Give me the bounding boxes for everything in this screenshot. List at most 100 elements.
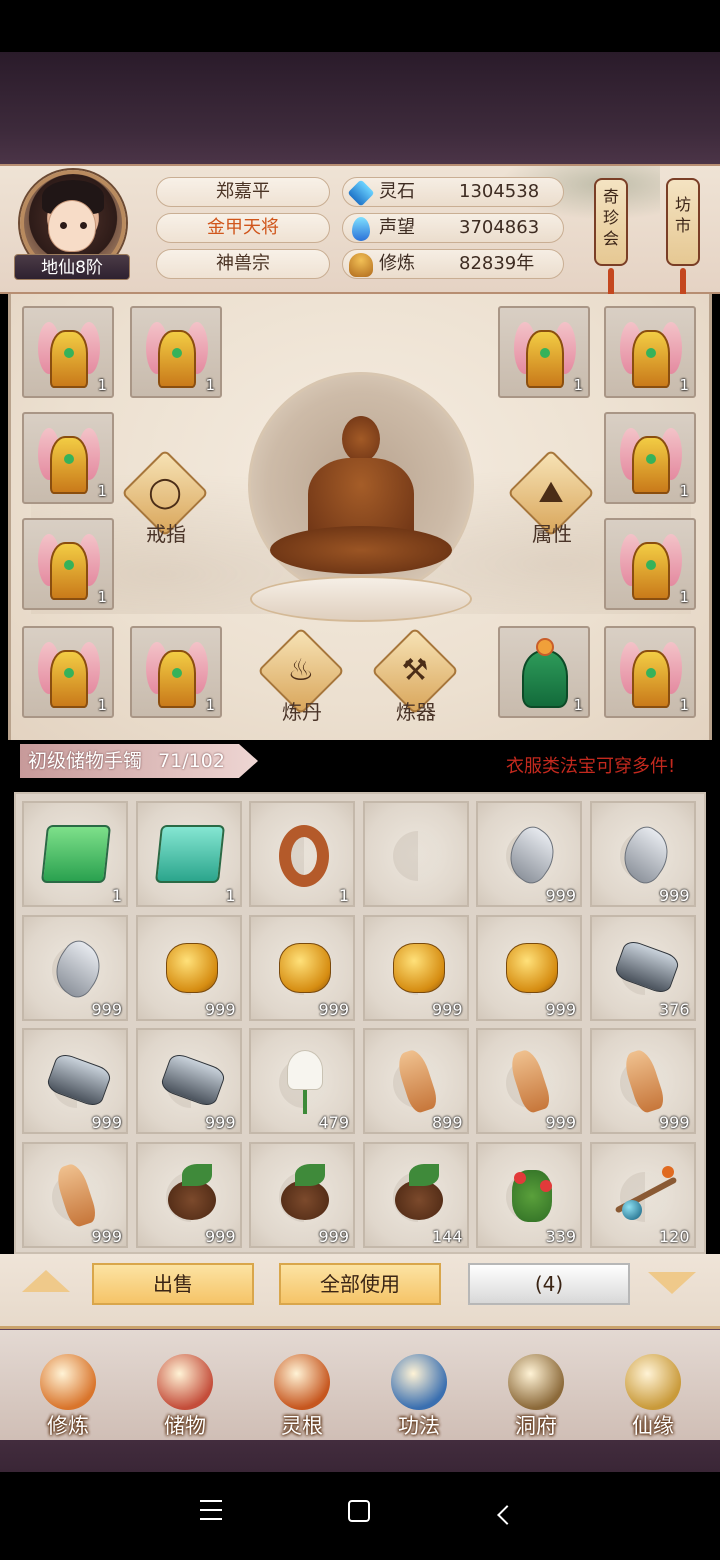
reputation-icon (352, 217, 370, 241)
equipment-slot[interactable]: 1 (604, 306, 696, 398)
cultivation-icon (349, 253, 373, 277)
bag-tab[interactable]: 初级储物手镯 71/102 (20, 744, 258, 778)
item-count: 1 (679, 482, 689, 500)
inventory-cell[interactable]: 999 (135, 1141, 242, 1248)
inventory-cell[interactable]: 999 (589, 1028, 696, 1134)
inventory-cell[interactable]: 1 (249, 801, 355, 907)
item-count: 999 (658, 886, 690, 905)
equipment-slot[interactable]: 1 (22, 306, 114, 398)
inventory-cell[interactable]: 999 (249, 1141, 355, 1248)
nav-label: 储物 (164, 1414, 206, 1438)
avatar-eye (60, 222, 67, 229)
selected-count-button[interactable]: (4) (468, 1263, 630, 1305)
equipment-slot[interactable]: 1 (22, 412, 114, 504)
nav-item[interactable]: 洞府 (486, 1350, 586, 1442)
treasure-fair-label: 奇珍会 (602, 187, 619, 248)
stat-label: 声望 (379, 217, 415, 238)
inventory-cell[interactable]: 999 (476, 801, 582, 907)
treasure-fair-button[interactable]: 奇珍会 (594, 178, 628, 266)
inventory-cell[interactable]: 376 (589, 914, 696, 1021)
item-count: 999 (545, 999, 576, 1019)
inventory-cell[interactable]: 999 (476, 1028, 582, 1134)
inventory-cell[interactable]: 999 (135, 1028, 242, 1134)
item-count: 999 (318, 1226, 349, 1246)
inventory-cell[interactable] (362, 801, 469, 907)
inventory-cell[interactable]: 999 (476, 914, 582, 1021)
inventory-cell[interactable]: 479 (249, 1028, 355, 1134)
equipment-slot[interactable]: 1 (22, 518, 114, 610)
equipment-slot[interactable]: 1 (604, 626, 696, 718)
stat-cultivation: 修炼 82839年 (342, 249, 564, 279)
page-up-arrow-icon[interactable] (22, 1270, 70, 1292)
inventory-cell[interactable]: 1 (22, 801, 128, 907)
nav-item[interactable]: 灵根 (252, 1350, 352, 1442)
meditating-figure (266, 410, 456, 590)
item-count: 339 (545, 1226, 576, 1246)
inventory-cell[interactable]: 899 (362, 1028, 469, 1134)
inventory-cell[interactable]: 999 (22, 914, 128, 1021)
inventory-cell[interactable]: 120 (589, 1141, 696, 1248)
market-label: 坊市 (674, 195, 691, 235)
item-count: 376 (658, 999, 690, 1019)
inventory-cell[interactable]: 339 (476, 1141, 582, 1248)
stat-reputation: 声望 3704863 (342, 213, 564, 243)
inventory-cell[interactable]: 144 (362, 1141, 469, 1248)
stat-value: 1304538 (459, 181, 540, 202)
item-count: 1 (111, 886, 122, 905)
equipment-slot[interactable]: 1 (498, 306, 590, 398)
figure-head (342, 416, 380, 462)
taiji-backdrop-icon (392, 831, 443, 881)
recent-apps-icon[interactable] (200, 1500, 222, 1520)
cultivate-icon (40, 1354, 96, 1410)
item-count: 144 (431, 1226, 463, 1246)
rank-badge: 地仙8阶 (14, 254, 130, 280)
equipment-slot[interactable]: 1 (604, 412, 696, 504)
market-button[interactable]: 坊市 (666, 178, 700, 266)
item-count: 999 (204, 999, 236, 1019)
item-count: 120 (658, 1226, 690, 1246)
inventory-cell[interactable]: 999 (249, 914, 355, 1021)
equipment-slot[interactable]: 1 (604, 518, 696, 610)
nav-item[interactable]: 仙缘 (603, 1350, 703, 1442)
nav-item[interactable]: 储物 (135, 1350, 235, 1442)
ring-label: 戒指 (146, 522, 186, 546)
top-backdrop (0, 52, 720, 164)
nav-item[interactable]: 功法 (369, 1350, 469, 1442)
golden-robe-icon (38, 636, 100, 710)
equipment-slot[interactable]: 1 (130, 626, 222, 718)
use-all-button[interactable]: 全部使用 (279, 1263, 441, 1305)
inventory-cell[interactable]: 999 (589, 801, 696, 907)
player-sect[interactable]: 神兽宗 (156, 249, 330, 279)
stat-spirit-stone: 灵石 1304538 (342, 177, 564, 207)
item-count: 999 (91, 999, 122, 1019)
sell-button[interactable]: 出售 (92, 1263, 254, 1305)
equipment-slot[interactable]: 1 (130, 306, 222, 398)
item-count: 999 (658, 1113, 690, 1132)
attributes-label: 属性 (532, 522, 572, 546)
equip-tip: 衣服类法宝可穿多件! (506, 756, 676, 777)
equipment-slot[interactable]: 1 (498, 626, 590, 718)
equipment-slot[interactable]: 1 (22, 626, 114, 718)
item-count: 999 (91, 1226, 122, 1246)
inventory-cell[interactable]: 999 (22, 1141, 128, 1248)
golden-robe-icon (146, 636, 208, 710)
item-count: 1 (205, 376, 215, 394)
inventory-cell[interactable]: 1 (135, 801, 242, 907)
golden-robe-icon (38, 422, 100, 496)
item-count: 999 (318, 999, 349, 1019)
home-icon[interactable] (348, 1500, 370, 1522)
inventory-cell[interactable]: 999 (362, 914, 469, 1021)
item-count: 999 (545, 886, 576, 905)
inventory-cell[interactable]: 999 (22, 1028, 128, 1134)
stat-value: 3704863 (459, 217, 540, 238)
page-down-arrow-icon[interactable] (648, 1272, 696, 1294)
item-count: 1 (97, 588, 107, 606)
inventory-cell[interactable]: 999 (135, 914, 242, 1021)
forge-label: 炼器 (396, 700, 436, 724)
golden-robe-icon (620, 422, 682, 496)
item-count: 999 (545, 1113, 576, 1132)
player-title[interactable]: 金甲天将 (156, 213, 330, 243)
nav-item[interactable]: 修炼 (18, 1350, 118, 1442)
nav-label: 功法 (398, 1414, 440, 1438)
golden-robe-icon (620, 528, 682, 602)
